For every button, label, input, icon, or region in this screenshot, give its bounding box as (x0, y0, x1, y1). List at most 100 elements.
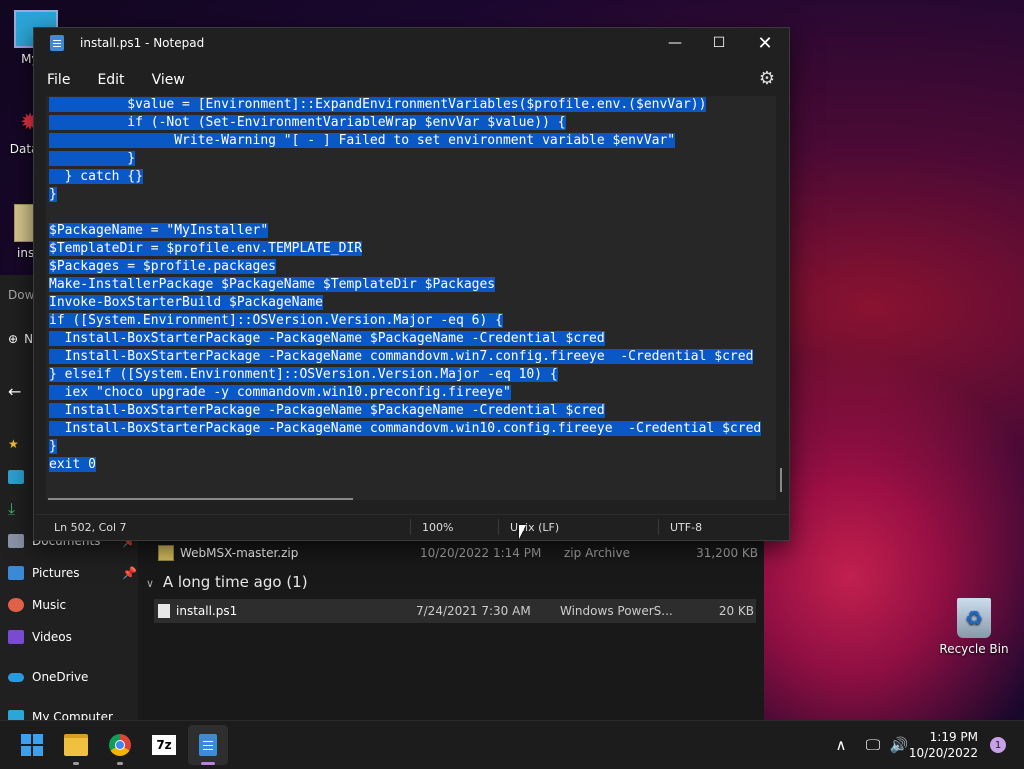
sidebar-item-label: Videos (32, 630, 72, 644)
code-line: } elseif ([System.Environment]::OSVersio… (49, 367, 558, 382)
file-type: zip Archive (564, 546, 630, 560)
videos-icon (8, 630, 24, 644)
file-name: install.ps1 (176, 604, 238, 618)
pin-icon: 📌 (122, 566, 137, 580)
group-header[interactable]: ∨ A long time ago (1) (146, 573, 308, 591)
file-type: Windows PowerS... (560, 604, 673, 618)
sidebar-item-label: Music (32, 598, 67, 612)
recycle-bin-icon: ♻ (957, 598, 991, 638)
file-date: 10/20/2022 1:14 PM (420, 546, 542, 560)
code-line: } catch {} (49, 169, 143, 184)
notification-badge[interactable]: 1 (990, 737, 1006, 753)
minimize-button[interactable]: — (652, 28, 698, 58)
clock[interactable]: 1:19 PM 10/20/2022 (909, 729, 978, 761)
status-bar: Ln 502, Col 7 100% Unix (LF) UTF-8 (34, 514, 789, 539)
code-line: $PackageName = "MyInstaller" (49, 223, 269, 238)
start-button[interactable] (12, 725, 52, 765)
code-line: } (49, 439, 57, 454)
quick-access-star[interactable]: ★ (8, 430, 19, 458)
sidebar-item-onedrive[interactable]: OneDrive (8, 663, 88, 691)
close-button[interactable]: ✕ (742, 28, 788, 58)
zoom-level: 100% (422, 520, 454, 534)
code-line: } (49, 187, 57, 202)
zip-file-icon (158, 545, 174, 561)
file-name: WebMSX-master.zip (180, 546, 299, 560)
chevron-up-icon[interactable]: ∧ (832, 736, 850, 754)
chrome-icon (109, 734, 131, 756)
text-editor[interactable]: $value = [Environment]::ExpandEnvironmen… (46, 96, 776, 500)
code-line: $value = [Environment]::ExpandEnvironmen… (49, 97, 707, 112)
code-line: } (49, 151, 136, 166)
taskbar-7zip[interactable]: 7z (144, 725, 184, 765)
notepad-window: install.ps1 - Notepad — ☐ ✕ File Edit Vi… (33, 27, 790, 541)
sidebar-item-label: OneDrive (32, 670, 89, 684)
pictures-icon (8, 566, 24, 580)
code-line: iex "choco upgrade -y commandovm.win10.p… (49, 385, 511, 400)
network-icon[interactable]: 🖵 (860, 736, 886, 754)
sidebar-item-label: Pictures (32, 566, 80, 580)
file-row-install-ps1[interactable]: install.ps1 7/24/2021 7:30 AM Windows Po… (154, 599, 756, 623)
clock-time: 1:19 PM (929, 730, 978, 744)
onedrive-icon (8, 672, 24, 682)
code-line: if ([System.Environment]::OSVersion.Vers… (49, 313, 503, 328)
title-bar[interactable]: install.ps1 - Notepad — ☐ ✕ (34, 28, 789, 58)
horizontal-scrollbar[interactable] (48, 498, 353, 500)
cursor-position: Ln 502, Col 7 (54, 520, 127, 534)
taskbar-chrome[interactable] (100, 725, 140, 765)
file-date: 7/24/2021 7:30 AM (416, 604, 531, 618)
menu-edit[interactable]: Edit (83, 72, 137, 88)
clock-date: 10/20/2022 (908, 746, 978, 760)
encoding: UTF-8 (670, 520, 703, 534)
music-icon (8, 598, 24, 612)
desktop-icon-label: Recycle Bin (939, 642, 1009, 656)
menu-view[interactable]: View (138, 72, 198, 88)
ps1-file-icon (158, 604, 170, 618)
documents-icon (8, 534, 24, 548)
menu-bar: File Edit View (34, 66, 198, 94)
code-line: Install-BoxStarterPackage -PackageName c… (49, 349, 754, 364)
mouse-cursor (519, 525, 526, 539)
code-line: Invoke-BoxStarterBuild $PackageName (49, 295, 323, 310)
back-arrow[interactable]: ← (8, 377, 21, 405)
taskbar-notepad[interactable] (188, 725, 228, 765)
vertical-scrollbar[interactable] (780, 468, 782, 492)
code-line: Install-BoxStarterPackage -PackageName $… (49, 331, 605, 346)
maximize-button[interactable]: ☐ (696, 28, 742, 58)
taskbar-file-explorer[interactable] (56, 725, 96, 765)
settings-gear-icon[interactable]: ⚙ (759, 68, 775, 89)
file-size: 20 KB (718, 604, 754, 618)
nav-item-downloads-header[interactable]: Dow (8, 281, 34, 309)
taskbar: 7z ∧ 🖵 🔊 1:19 PM 10/20/2022 1 (0, 720, 1024, 769)
notepad-app-icon (50, 35, 64, 51)
window-title: install.ps1 - Notepad (80, 36, 205, 50)
code-line: Write-Warning "[ - ] Failed to set envir… (49, 133, 676, 148)
sidebar-item-pictures[interactable]: Pictures 📌 (8, 559, 137, 587)
windows-logo-icon (21, 734, 43, 756)
folder-icon (64, 734, 88, 756)
chevron-down-icon: ∨ (146, 577, 155, 590)
system-tray: ∧ 🖵 🔊 (832, 721, 912, 769)
desktop-shortcut-icon[interactable] (8, 463, 32, 491)
new-button[interactable]: ⊕ N (8, 325, 33, 353)
code-line: if (-Not (Set-EnvironmentVariableWrap $e… (49, 115, 566, 130)
group-label: A long time ago (1) (162, 573, 308, 591)
7zip-icon: 7z (152, 735, 176, 755)
code-line: exit 0 (49, 457, 96, 472)
code-line: $TemplateDir = $profile.env.TEMPLATE_DIR (49, 241, 363, 256)
file-size: 31,200 KB (696, 546, 758, 560)
wallpaper-accent (760, 350, 1024, 730)
notepad-icon (199, 734, 217, 756)
menu-file[interactable]: File (34, 72, 83, 88)
code-line: Install-BoxStarterPackage -PackageName $… (49, 403, 605, 418)
plus-icon: ⊕ (8, 332, 19, 346)
code-line: Install-BoxStarterPackage -PackageName c… (49, 421, 762, 436)
sidebar-item-music[interactable]: Music (8, 591, 66, 619)
code-line: Make-InstallerPackage $PackageName $Temp… (49, 277, 496, 292)
code-line: $Packages = $profile.packages (49, 259, 276, 274)
file-row-webmsx[interactable]: WebMSX-master.zip 10/20/2022 1:14 PM zip… (158, 541, 758, 565)
downloads-shortcut[interactable]: ⤓ (8, 495, 15, 523)
sidebar-item-videos[interactable]: Videos (8, 623, 72, 651)
new-label: N (24, 332, 34, 346)
line-ending: Unix (LF) (510, 520, 560, 534)
desktop-icon-recycle-bin[interactable]: ♻ Recycle Bin (938, 598, 1010, 656)
